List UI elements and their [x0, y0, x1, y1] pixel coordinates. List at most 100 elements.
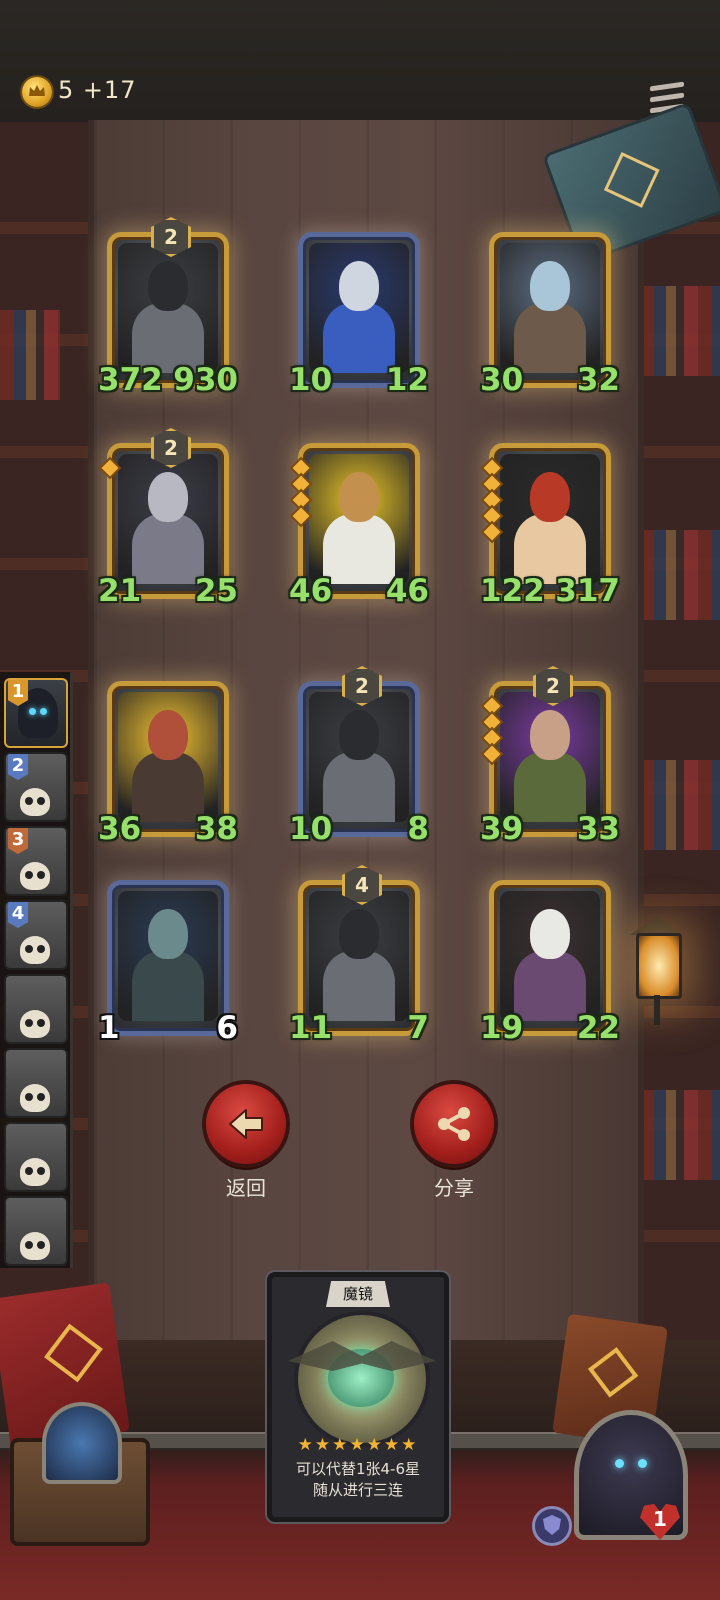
- back-button[interactable]: [206, 1084, 286, 1164]
- buff-gem-icon: [483, 697, 501, 715]
- attack-stat: 36: [98, 810, 141, 850]
- attack-value: 30: [480, 362, 524, 398]
- attack-stat: 10: [289, 361, 332, 401]
- books: [0, 310, 60, 400]
- health-stat: 8: [387, 810, 429, 850]
- health-value: 8: [407, 811, 429, 847]
- attack-value: 39: [480, 811, 524, 847]
- attack-stat: 122: [480, 572, 545, 612]
- minion-art: [309, 692, 409, 822]
- share-icon: [438, 1107, 470, 1141]
- lantern-icon: [622, 915, 692, 1025]
- health-value: 46: [385, 573, 429, 609]
- minion-card-rat-mage[interactable]: 2 21 25: [98, 428, 238, 612]
- spell-desc-line-2: 随从进行三连: [312, 1481, 403, 1499]
- armor-shield-icon: [532, 1506, 572, 1546]
- health-value: 930: [173, 362, 238, 398]
- attack-value: 46: [289, 573, 333, 609]
- books: [640, 530, 720, 620]
- skull-icon: [20, 936, 50, 964]
- team-slot[interactable]: 3: [4, 826, 68, 896]
- health-value: 32: [576, 362, 620, 398]
- minion-card-horned-paladin[interactable]: 10 12: [289, 232, 429, 401]
- attack-value: 1: [98, 1010, 120, 1046]
- minion-art: [500, 891, 600, 1021]
- health-stat: 7: [387, 1009, 429, 1049]
- rank-badge: 2: [8, 754, 28, 780]
- minion-card-fish-man[interactable]: 16: [98, 880, 238, 1049]
- minion-card-frost-demon[interactable]: 30 32: [480, 232, 620, 401]
- magic-mirror-art: [294, 1311, 430, 1447]
- buff-gem-icon: [483, 713, 501, 731]
- team-slot[interactable]: 2: [4, 752, 68, 822]
- buff-gem-icon: [483, 491, 501, 509]
- minion-card-fire-dwarf[interactable]: 36 38: [98, 681, 238, 850]
- minion-card-red-dragon[interactable]: 122 317: [480, 443, 620, 612]
- buff-gem-icon: [101, 459, 119, 477]
- health-value: 7: [407, 1010, 429, 1046]
- attack-stat: 11: [289, 1009, 333, 1049]
- team-slot[interactable]: [4, 1048, 68, 1118]
- attack-stat: 30: [480, 361, 524, 401]
- attack-value: 372: [98, 362, 163, 398]
- skull-icon: [20, 1084, 50, 1112]
- treasure-chest-icon[interactable]: [10, 1402, 150, 1546]
- spell-card-stars: ★★★★★★★: [297, 1435, 419, 1455]
- health-stat: 38: [194, 810, 238, 850]
- health-stat: 12: [386, 361, 429, 401]
- minion-card-shield-knight[interactable]: 2 372 930: [98, 217, 238, 401]
- health-value: 33: [576, 811, 620, 847]
- minion-card-shield-knight[interactable]: 4 11 7: [289, 865, 429, 1049]
- minion-art: [309, 891, 409, 1021]
- skull-icon: [20, 1010, 50, 1038]
- skull-icon: [20, 1158, 50, 1186]
- rank-badge: 3: [8, 828, 28, 854]
- health-stat: 25: [194, 572, 238, 612]
- attack-stat: 1: [98, 1009, 140, 1049]
- attack-value: 11: [289, 1010, 333, 1046]
- back-label: 返回: [226, 1176, 266, 1200]
- share-label: 分享: [434, 1176, 474, 1200]
- attack-value: 10: [289, 811, 333, 847]
- health-value: 317: [555, 573, 620, 609]
- books: [640, 760, 720, 850]
- team-slot[interactable]: [4, 1122, 68, 1192]
- buff-gem-icon: [292, 475, 310, 493]
- buff-gem-icon: [483, 507, 501, 525]
- attack-stat: 39: [480, 810, 524, 850]
- skull-icon: [20, 862, 50, 890]
- minion-card-grinning-brute[interactable]: 2 39 33: [480, 666, 620, 850]
- minion-art: [500, 454, 600, 584]
- team-slot[interactable]: 4: [4, 900, 68, 970]
- buff-gem-icon: [483, 475, 501, 493]
- health-value: 38: [194, 811, 238, 847]
- buff-gem-icon: [483, 523, 501, 541]
- team-slot[interactable]: [4, 1196, 68, 1266]
- minion-art: [309, 454, 409, 584]
- buff-gems: [483, 459, 501, 542]
- spell-desc-line-1: 可以代替1张4-6星: [295, 1460, 421, 1478]
- books: [640, 286, 720, 376]
- attack-stat: 10: [289, 810, 333, 850]
- attack-stat: 372: [98, 361, 163, 401]
- health-stat: 32: [576, 361, 620, 401]
- health-stat: 930: [173, 361, 238, 401]
- arrow-left-icon: [229, 1109, 263, 1139]
- minion-card-sun-priest[interactable]: 46 46: [289, 443, 429, 612]
- health-value: 22: [576, 1010, 620, 1046]
- team-slot[interactable]: 1: [4, 678, 68, 748]
- minion-card-shield-knight[interactable]: 2 10 8: [289, 666, 429, 850]
- buff-gem-icon: [483, 745, 501, 763]
- health-value: 6: [216, 1010, 238, 1046]
- team-slot[interactable]: [4, 974, 68, 1044]
- health-stat: 317: [555, 572, 620, 612]
- crown-coin-icon: [22, 77, 52, 107]
- spell-card[interactable]: 魔镜 ★★★★★★★ 可以代替1张4-6星 随从进行三连: [267, 1272, 449, 1522]
- buff-gem-icon: [483, 729, 501, 747]
- attack-stat: 46: [289, 572, 333, 612]
- minion-card-old-hunter[interactable]: 19 22: [480, 880, 620, 1049]
- health-value: 25: [194, 573, 238, 609]
- minion-art: [500, 243, 600, 373]
- share-button[interactable]: [414, 1084, 494, 1164]
- health-stat: 46: [385, 572, 429, 612]
